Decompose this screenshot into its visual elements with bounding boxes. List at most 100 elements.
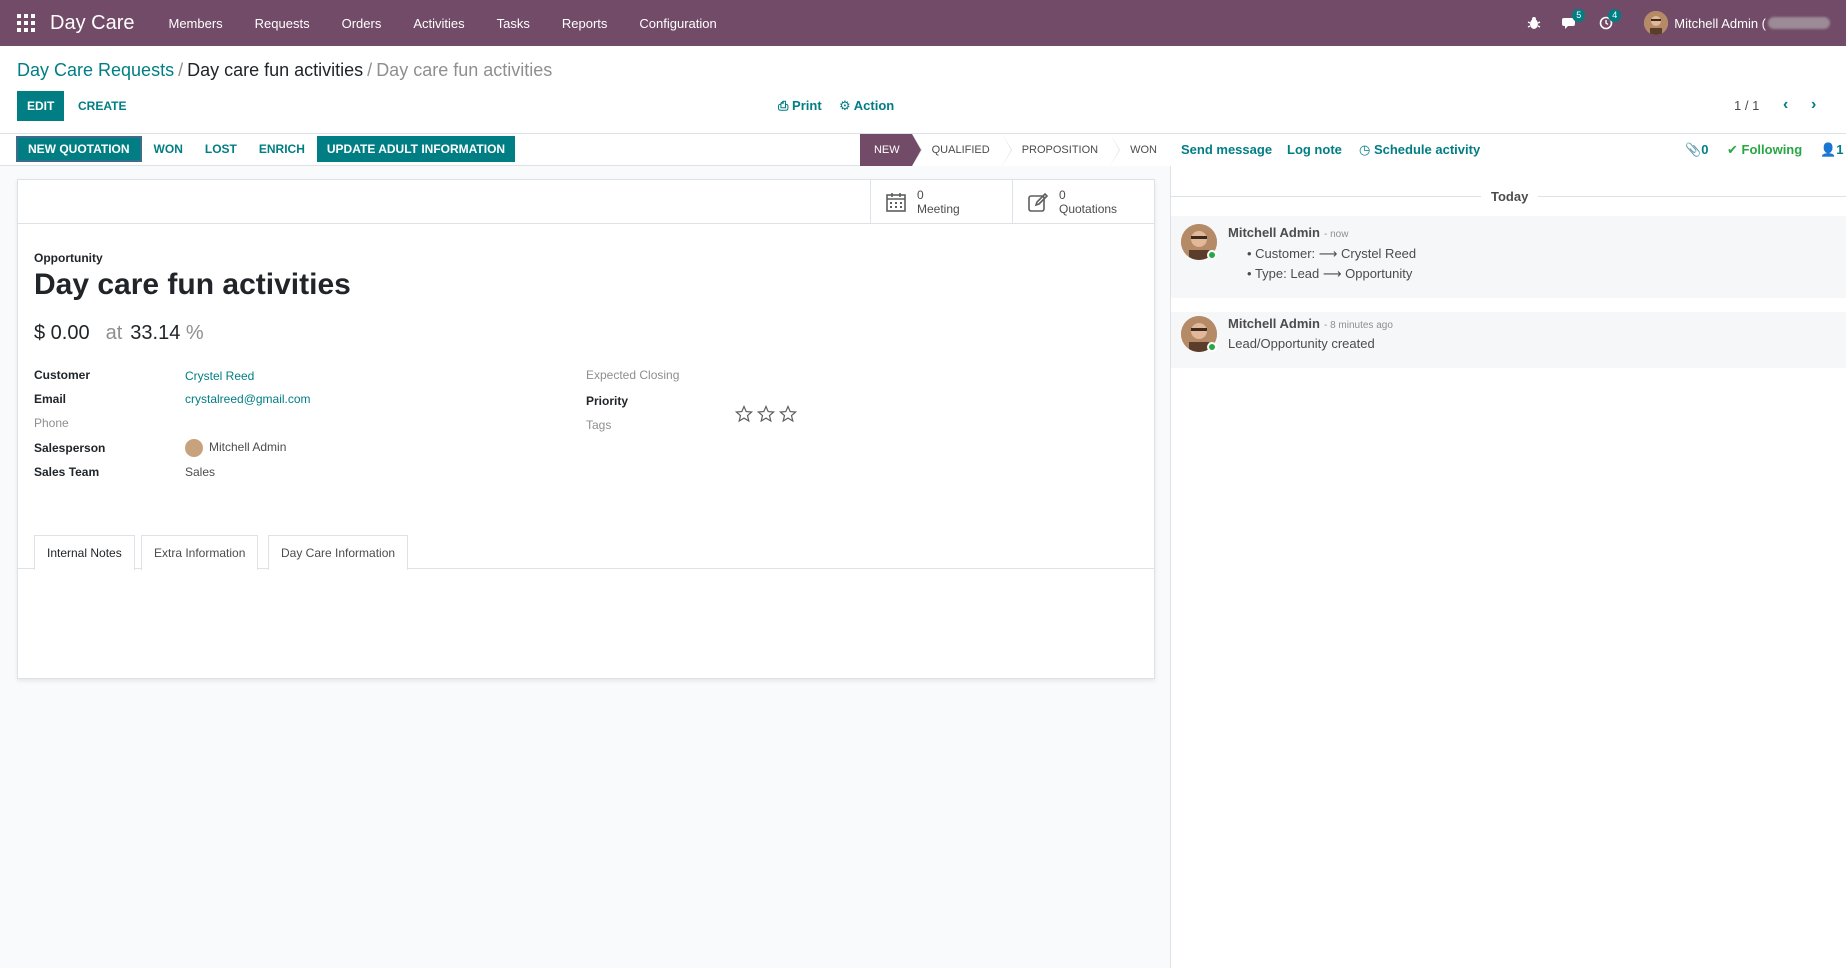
won-button[interactable]: WON — [144, 136, 193, 162]
quotations-label: Quotations — [1059, 202, 1118, 216]
star-icon[interactable] — [757, 405, 775, 423]
messages-icon[interactable]: 5 — [1552, 0, 1588, 46]
breadcrumb-sep-icon: / — [178, 60, 184, 80]
message-date: - now — [1323, 229, 1349, 240]
star-icon[interactable] — [735, 405, 753, 423]
opportunity-title[interactable]: Day care fun activities — [34, 268, 351, 302]
user-name: Mitchell Admin ( — [1674, 15, 1766, 31]
quotations-text: 0 Quotations — [1059, 188, 1117, 216]
meeting-smart-button[interactable]: 0 Meeting — [870, 180, 1012, 224]
form-area: NEW QUOTATION WON LOST ENRICH UPDATE ADU… — [0, 134, 1171, 968]
calendar-icon — [886, 193, 906, 212]
stage-proposition-label: PROPOSITION — [1021, 144, 1099, 156]
menu-reports[interactable]: Reports — [546, 0, 624, 46]
print-button[interactable]: ⎙ Print — [778, 98, 822, 114]
expected-revenue[interactable]: $ 0.00 — [34, 322, 90, 344]
stage-new-label: NEW — [873, 144, 900, 156]
tracking-type: Type: Lead ⟶ Opportunity — [1254, 266, 1413, 281]
app-brand[interactable]: Day Care — [50, 12, 134, 35]
navbar-systray: 5 4 Mitchell Admin ( — [1516, 0, 1846, 46]
quotations-smart-button[interactable]: 0 Quotations — [1012, 180, 1154, 224]
notebook-tabs: Internal Notes Extra Information Day Car… — [18, 535, 1154, 570]
expected-closing-label: Expected Closing — [586, 368, 680, 382]
breadcrumb: Day Care Requests / Day care fun activitie… — [17, 60, 552, 81]
lost-button[interactable]: LOST — [195, 136, 247, 162]
user-avatar — [1644, 11, 1669, 35]
menu-activities[interactable]: Activities — [397, 0, 480, 46]
tracking-line: • Customer: ⟶ Crystel Reed — [1247, 246, 1417, 261]
form-statusbar: NEW QUOTATION WON LOST ENRICH UPDATE ADU… — [0, 134, 1171, 166]
schedule-activity-button[interactable]: ◷ Schedule activity — [1359, 142, 1480, 158]
author-name: Mitchell Admin — [1228, 225, 1320, 240]
online-status-icon — [1207, 342, 1217, 352]
tab-extra-information[interactable]: Extra Information — [141, 535, 259, 570]
menu-tasks[interactable]: Tasks — [481, 0, 546, 46]
stage-pipeline: NEW QUALIFIED PROPOSITION WON — [859, 134, 1171, 166]
at-label: at — [105, 322, 123, 344]
pager-value[interactable]: 1 / 1 — [1734, 98, 1759, 113]
sales-team-field[interactable]: Sales — [185, 465, 215, 479]
opportunity-type-label: Opportunity — [34, 251, 103, 265]
debug-bug-icon[interactable] — [1516, 0, 1552, 46]
meeting-text: 0 Meeting — [917, 188, 960, 216]
stage-qualified-label: QUALIFIED — [931, 144, 990, 156]
online-status-icon — [1207, 250, 1217, 260]
salesperson-field[interactable]: Mitchell Admin — [185, 439, 286, 457]
menu-orders[interactable]: Orders — [326, 0, 398, 46]
breadcrumb-middle[interactable]: Day care fun activities — [187, 60, 363, 80]
send-message-button[interactable]: Send message — [1181, 142, 1272, 157]
edit-square-icon — [1028, 192, 1049, 212]
breadcrumb-root[interactable]: Day Care Requests — [17, 60, 174, 80]
message-body: Lead/Opportunity created — [1228, 336, 1375, 351]
update-adult-information-button[interactable]: UPDATE ADULT INFORMATION — [316, 136, 516, 162]
gear-icon: ⚙ — [839, 98, 851, 113]
probability[interactable]: 33.14 — [130, 322, 180, 344]
edit-button[interactable]: EDIT — [17, 91, 65, 121]
pager-next-icon[interactable]: › — [1811, 96, 1816, 114]
user-menu[interactable]: Mitchell Admin ( — [1644, 11, 1830, 35]
stage-new[interactable]: NEW — [859, 134, 922, 166]
schedule-activity-label: Schedule activity — [1373, 142, 1481, 157]
user-icon: 👤 — [1820, 142, 1837, 157]
tab-internal-notes[interactable]: Internal Notes — [34, 535, 135, 570]
create-button[interactable]: CREATE — [68, 91, 136, 121]
clock-icon: ◷ — [1359, 142, 1371, 157]
today-label: Today — [1481, 189, 1539, 204]
salesperson-label: Salesperson — [34, 441, 106, 455]
menu-members[interactable]: Members — [152, 0, 238, 46]
stage-qualified[interactable]: QUALIFIED — [911, 134, 1012, 166]
message-author[interactable]: Mitchell Admin - 8 minutes ago — [1228, 316, 1393, 331]
stage-chevron-fill — [1110, 134, 1120, 166]
menu-requests[interactable]: Requests — [239, 0, 326, 46]
log-note-button[interactable]: Log note — [1287, 142, 1342, 157]
stage-proposition[interactable]: PROPOSITION — [1001, 134, 1121, 166]
chatter-topbar: Send message Log note ◷ Schedule activit… — [1171, 134, 1846, 166]
salesperson-avatar — [185, 439, 203, 457]
priority-stars — [735, 405, 797, 423]
stage-chevron-fill — [1001, 134, 1011, 166]
priority-label: Priority — [586, 394, 629, 408]
percent-sign: % — [185, 322, 204, 344]
message-author[interactable]: Mitchell Admin - now — [1228, 225, 1348, 240]
check-icon: ✔ — [1727, 142, 1738, 157]
apps-menu-icon[interactable] — [16, 13, 36, 33]
action-button[interactable]: ⚙ Action — [839, 98, 894, 114]
star-icon[interactable] — [779, 405, 797, 423]
phone-label: Phone — [34, 416, 69, 430]
followers-button[interactable]: 👤1 — [1820, 142, 1843, 158]
breadcrumb-current: Day care fun activities — [376, 60, 553, 80]
paperclip-icon: 📎 — [1685, 142, 1702, 157]
expected-revenue-row: $ 0.00 at 33.14 % — [34, 322, 204, 345]
new-quotation-button[interactable]: NEW QUOTATION — [16, 136, 142, 162]
top-navbar: Day Care Members Requests Orders Activit… — [0, 0, 1846, 46]
enrich-button[interactable]: ENRICH — [249, 136, 315, 162]
print-label: Print — [792, 98, 822, 113]
attachments-button[interactable]: 📎0 — [1685, 142, 1708, 158]
email-field[interactable]: crystalreed@gmail.com — [185, 392, 311, 406]
pager-prev-icon[interactable]: ‹ — [1783, 96, 1788, 114]
activities-clock-icon[interactable]: 4 — [1588, 0, 1624, 46]
menu-configuration[interactable]: Configuration — [623, 0, 732, 46]
customer-field[interactable]: Crystel Reed — [185, 369, 254, 383]
tab-day-care-information[interactable]: Day Care Information — [268, 535, 409, 570]
following-button[interactable]: ✔ Following — [1727, 142, 1802, 158]
